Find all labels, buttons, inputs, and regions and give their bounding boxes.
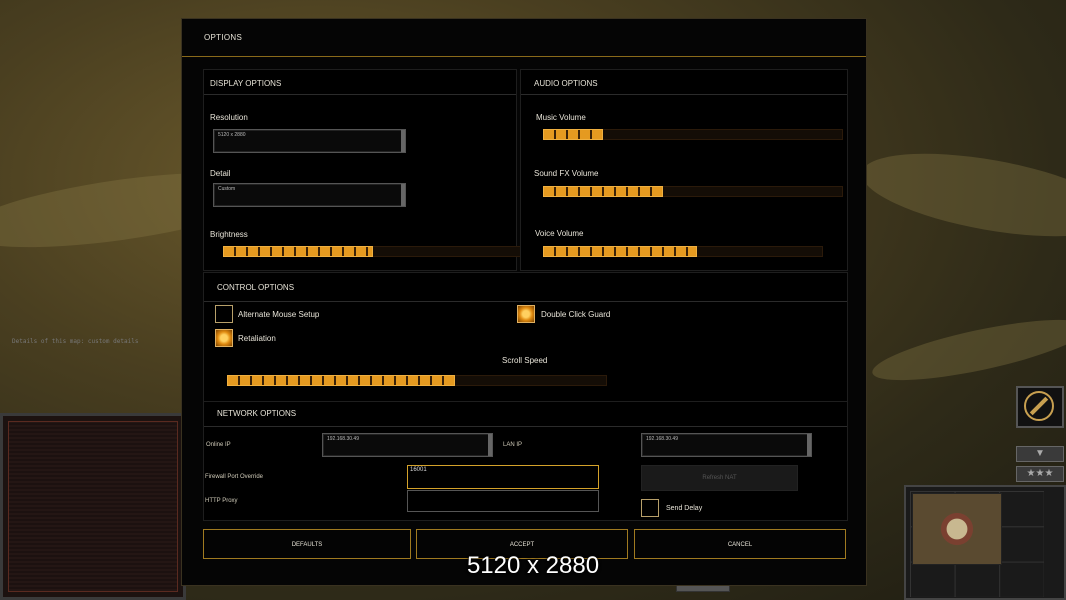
audio-options-header: AUDIO OPTIONS bbox=[521, 70, 847, 95]
scroll-down-button[interactable]: ▼ bbox=[1016, 446, 1064, 462]
rank-button[interactable]: ★★★ bbox=[1016, 466, 1064, 482]
dropdown-scrollbar[interactable] bbox=[401, 184, 405, 206]
lan-ip-label: LAN IP bbox=[503, 442, 523, 448]
network-options-header: NETWORK OPTIONS bbox=[204, 402, 847, 427]
network-options-title: NETWORK OPTIONS bbox=[217, 409, 297, 418]
audio-options-panel: AUDIO OPTIONS Music Volume Sound FX Volu… bbox=[520, 69, 848, 271]
dropdown-scrollbar[interactable] bbox=[401, 130, 405, 152]
chevron-down-icon: ▼ bbox=[1035, 448, 1045, 459]
refresh-nat-button[interactable]: Refresh NAT bbox=[641, 465, 798, 491]
resolution-caption: 5120 x 2880 bbox=[466, 552, 600, 579]
double-click-guard-checkbox[interactable] bbox=[517, 305, 535, 323]
alternate-mouse-checkbox[interactable] bbox=[215, 305, 233, 323]
detail-label: Detail bbox=[210, 169, 231, 178]
slider-fill bbox=[543, 186, 663, 197]
defaults-button-label: DEFAULTS bbox=[291, 542, 323, 548]
double-click-guard-label: Double Click Guard bbox=[541, 310, 611, 319]
terrain-streak bbox=[855, 137, 1066, 253]
control-options-panel: CONTROL OPTIONS Alternate Mouse Setup Do… bbox=[203, 272, 848, 402]
firewall-port-value: 16001 bbox=[410, 467, 427, 473]
network-options-panel: NETWORK OPTIONS Online IP 192.168.30.49 … bbox=[203, 401, 848, 521]
cancel-button-label: CANCEL bbox=[727, 542, 753, 548]
brightness-label: Brightness bbox=[210, 230, 248, 239]
star-icon: ★★★ bbox=[1026, 468, 1054, 479]
send-delay-label: Send Delay bbox=[666, 505, 703, 512]
slider-fill bbox=[543, 246, 697, 257]
display-options-header: DISPLAY OPTIONS bbox=[204, 70, 516, 95]
control-options-header: CONTROL OPTIONS bbox=[204, 273, 847, 302]
http-proxy-input[interactable] bbox=[407, 490, 599, 512]
scroll-speed-label: Scroll Speed bbox=[502, 356, 548, 365]
detail-value: Custom bbox=[218, 186, 236, 192]
alternate-mouse-label: Alternate Mouse Setup bbox=[238, 310, 320, 319]
firewall-port-label: Firewall Port Override bbox=[205, 474, 264, 480]
lan-ip-dropdown[interactable]: 192.168.30.49 bbox=[641, 433, 812, 457]
display-options-title: DISPLAY OPTIONS bbox=[210, 79, 282, 88]
music-volume-label: Music Volume bbox=[536, 113, 586, 122]
refresh-nat-label: Refresh NAT bbox=[702, 475, 737, 481]
accept-button-label: ACCEPT bbox=[509, 542, 535, 548]
voice-volume-label: Voice Volume bbox=[535, 229, 584, 238]
voice-volume-slider[interactable] bbox=[543, 246, 823, 257]
minimap-panel bbox=[904, 485, 1066, 600]
resolution-value: 5120 x 2880 bbox=[218, 132, 246, 138]
dialog-title: OPTIONS bbox=[204, 33, 243, 42]
brightness-slider[interactable] bbox=[223, 246, 523, 257]
music-volume-slider[interactable] bbox=[543, 129, 843, 140]
resolution-label: Resolution bbox=[210, 113, 248, 122]
scroll-speed-slider[interactable] bbox=[227, 375, 607, 386]
sfx-volume-label: Sound FX Volume bbox=[534, 169, 599, 178]
dialog-header: OPTIONS bbox=[182, 19, 866, 57]
sfx-volume-slider[interactable] bbox=[543, 186, 843, 197]
dropdown-scrollbar[interactable] bbox=[488, 434, 492, 456]
detail-dropdown[interactable]: Custom bbox=[213, 183, 406, 207]
slider-fill bbox=[543, 129, 603, 140]
options-dialog: OPTIONS DISPLAY OPTIONS Resolution 5120 … bbox=[181, 18, 867, 586]
console-text: Details of this map: custom details bbox=[12, 338, 139, 345]
audio-options-title: AUDIO OPTIONS bbox=[534, 79, 598, 88]
online-ip-dropdown[interactable]: 192.168.30.49 bbox=[322, 433, 493, 457]
http-proxy-label: HTTP Proxy bbox=[205, 498, 238, 504]
slider-fill bbox=[223, 246, 373, 257]
control-options-title: CONTROL OPTIONS bbox=[217, 283, 295, 292]
lan-ip-value: 192.168.30.49 bbox=[646, 436, 678, 442]
online-ip-label: Online IP bbox=[206, 442, 231, 448]
radar-button[interactable] bbox=[1016, 386, 1064, 428]
compass-icon bbox=[1024, 391, 1054, 421]
retaliation-checkbox[interactable] bbox=[215, 329, 233, 347]
online-ip-value: 192.168.30.49 bbox=[327, 436, 359, 442]
terrain-streak bbox=[868, 307, 1066, 393]
resolution-dropdown[interactable]: 5120 x 2880 bbox=[213, 129, 406, 153]
display-options-panel: DISPLAY OPTIONS Resolution 5120 x 2880 D… bbox=[203, 69, 523, 271]
retaliation-label: Retaliation bbox=[238, 334, 276, 343]
firewall-port-input[interactable]: 16001 bbox=[407, 465, 599, 489]
slider-fill bbox=[227, 375, 455, 386]
dropdown-scrollbar[interactable] bbox=[807, 434, 811, 456]
send-delay-checkbox[interactable] bbox=[641, 499, 659, 517]
